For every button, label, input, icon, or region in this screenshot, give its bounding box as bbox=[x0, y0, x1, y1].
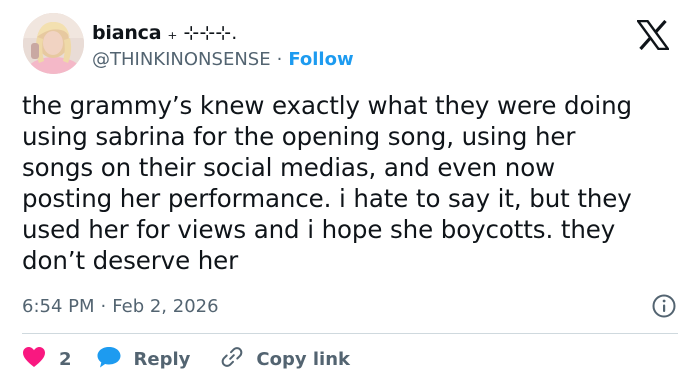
copy-link-label: Copy link bbox=[256, 348, 350, 370]
speech-bubble-icon bbox=[96, 345, 122, 374]
avatar[interactable] bbox=[23, 13, 84, 74]
reply-label: Reply bbox=[133, 348, 191, 370]
info-icon[interactable] bbox=[651, 293, 677, 319]
author-name-decoration: ₊ ⊹⊹⊹. bbox=[167, 22, 238, 44]
link-icon bbox=[220, 345, 244, 374]
follow-button[interactable]: Follow bbox=[288, 49, 353, 70]
tweet-time: 6:54 PM bbox=[22, 295, 95, 317]
tweet-date: Feb 2, 2026 bbox=[112, 295, 219, 317]
author-name-row: bianca ₊ ⊹⊹⊹. bbox=[92, 20, 237, 46]
copy-link-button[interactable]: Copy link bbox=[220, 345, 350, 374]
like-count: 2 bbox=[59, 348, 72, 370]
x-logo-icon[interactable] bbox=[635, 19, 671, 51]
author-handle[interactable]: @THINKINONSENSE bbox=[92, 49, 271, 70]
author-display-name[interactable]: bianca bbox=[92, 22, 162, 44]
tweet-timestamp[interactable]: 6:54 PM · Feb 2, 2026 bbox=[22, 293, 219, 319]
timestamp-separator: · bbox=[100, 295, 107, 317]
heart-icon bbox=[22, 346, 46, 373]
handle-separator: · bbox=[276, 48, 283, 70]
action-bar: 2 Reply Copy link bbox=[22, 344, 350, 374]
reply-button[interactable]: Reply bbox=[96, 345, 191, 374]
divider bbox=[22, 333, 678, 334]
like-button[interactable]: 2 bbox=[22, 346, 72, 373]
author-handle-row: @THINKINONSENSE · Follow bbox=[92, 47, 354, 71]
tweet-text: the grammy’s knew exactly what they were… bbox=[22, 91, 632, 275]
tweet-card: bianca ₊ ⊹⊹⊹. @THINKINONSENSE · Follow t… bbox=[0, 0, 700, 385]
